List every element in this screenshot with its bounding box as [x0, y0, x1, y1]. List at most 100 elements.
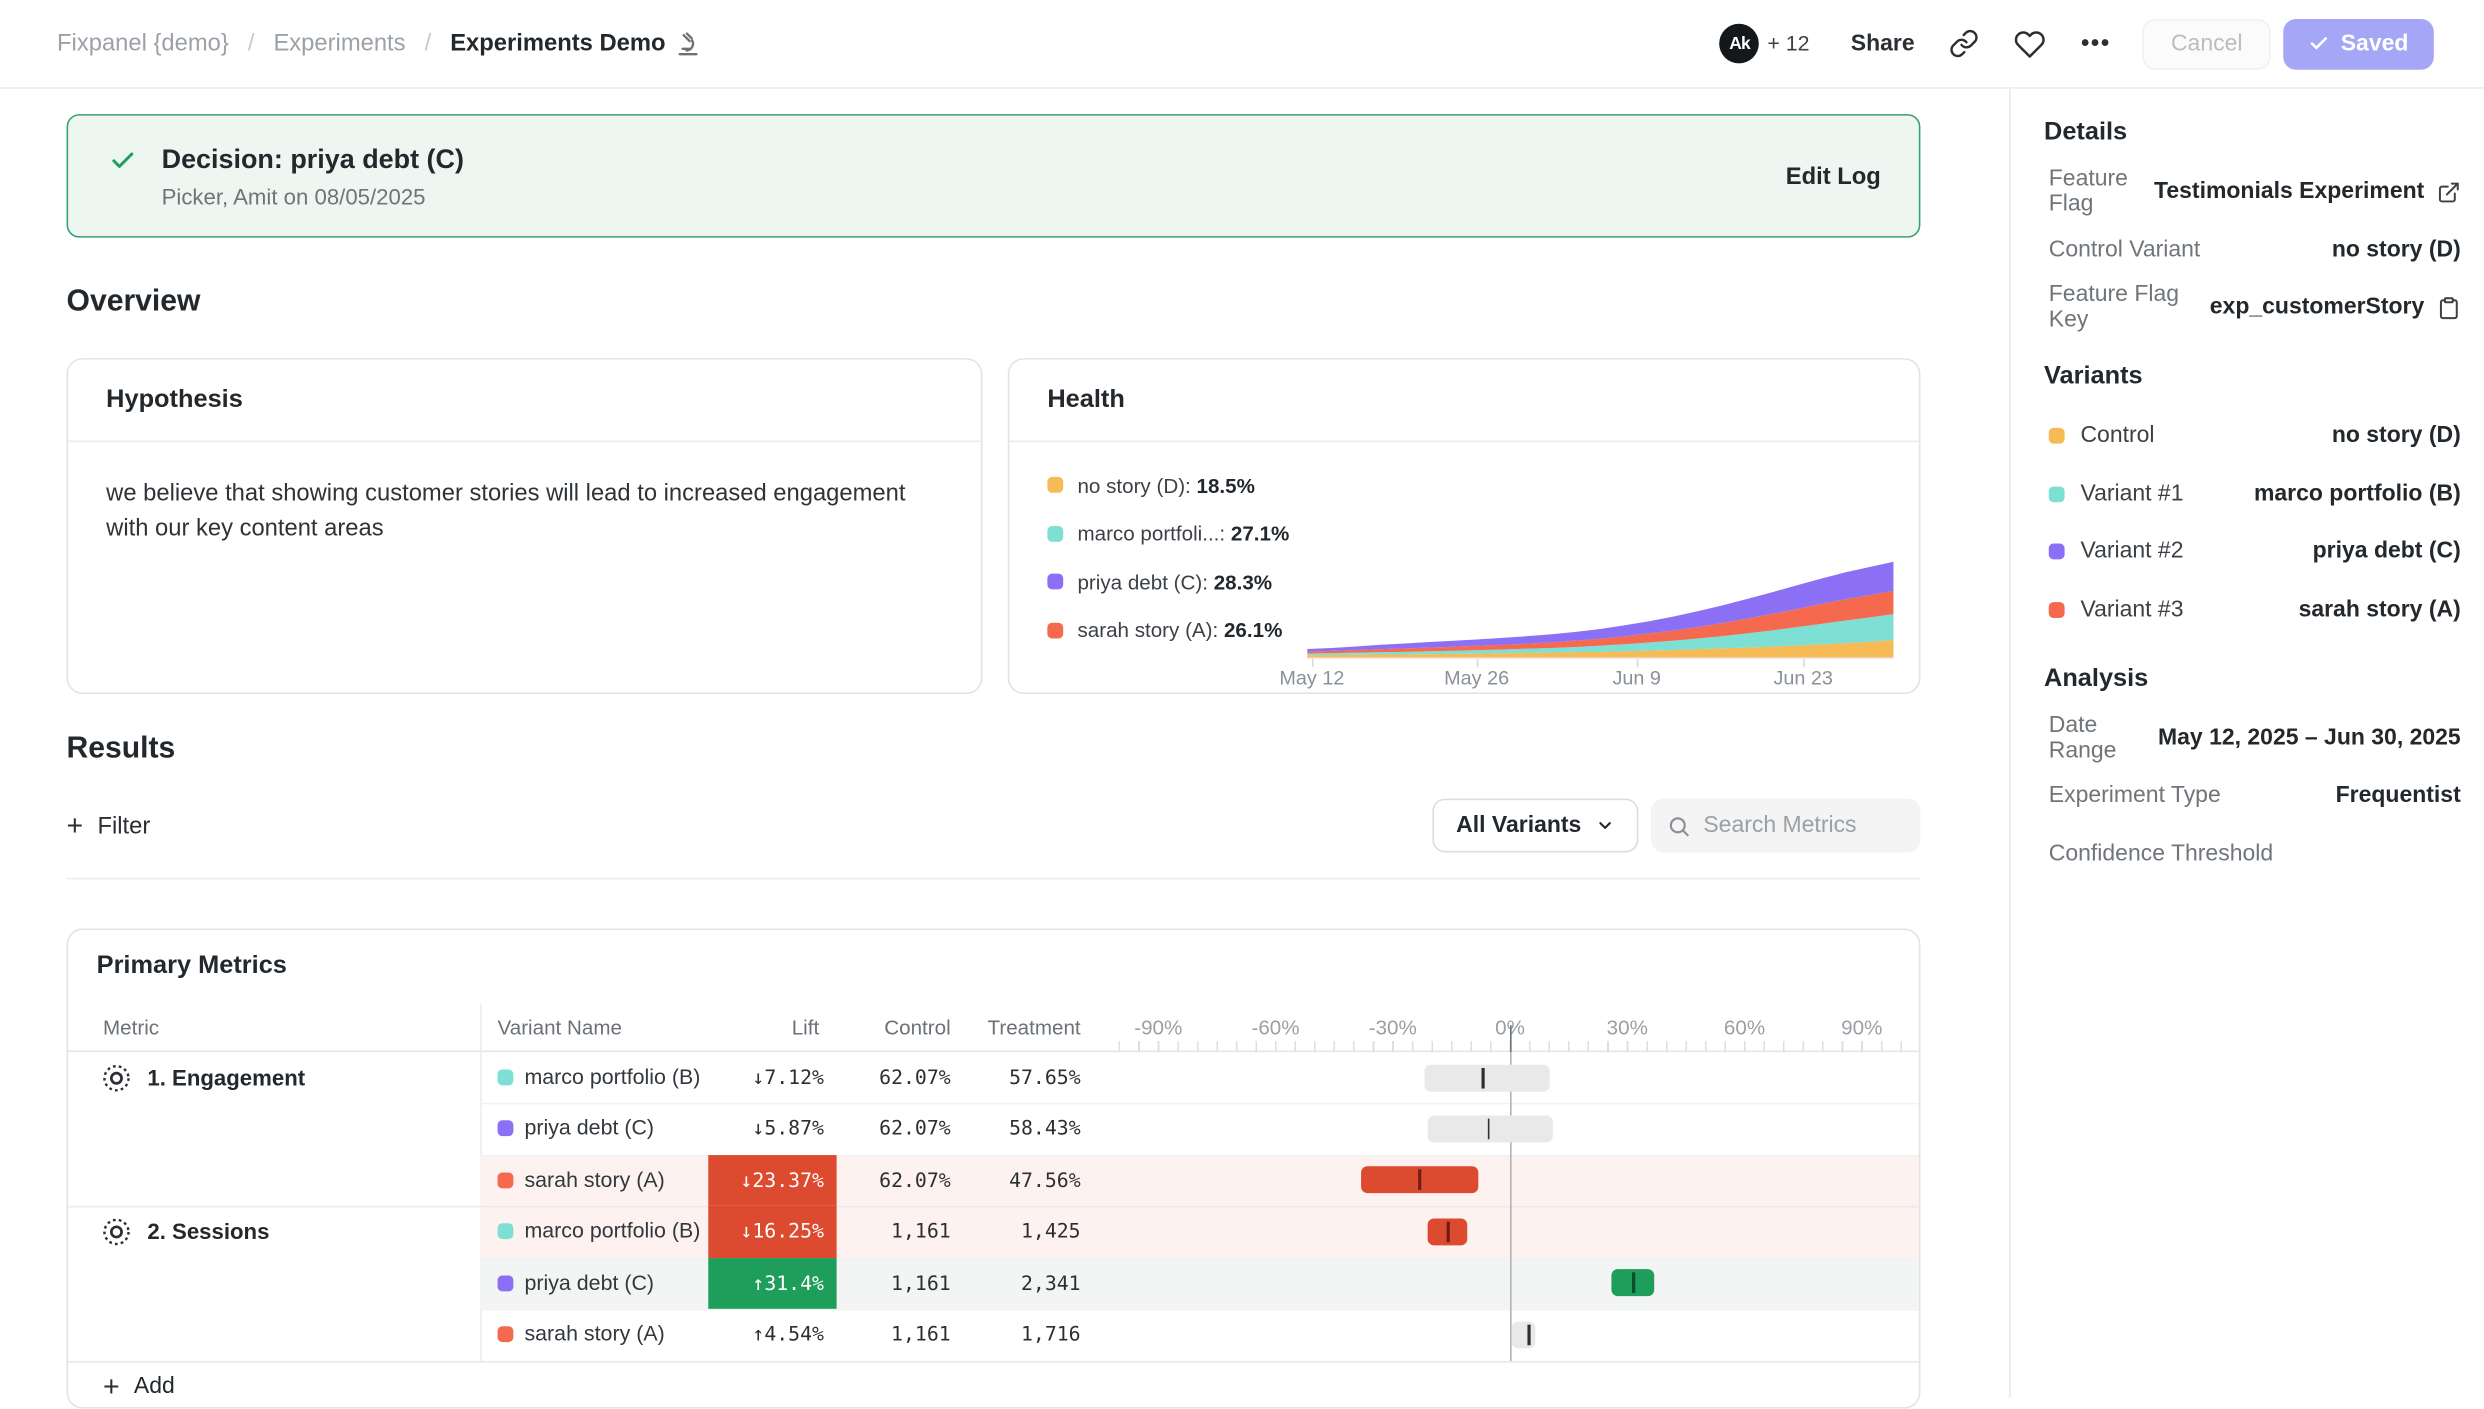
- legend-label: marco portfoli...: 27.1%: [1077, 521, 1289, 545]
- health-chart-svg: [1307, 505, 1893, 657]
- target-icon: [101, 1063, 131, 1093]
- legend-item: sarah story (A): 26.1%: [1047, 616, 1307, 645]
- control-value: 62.07%: [879, 1103, 951, 1154]
- variant-value: sarah story (A): [2299, 597, 2461, 622]
- saved-button[interactable]: Saved: [2284, 18, 2434, 69]
- lift-value: ↓5.87%: [708, 1103, 836, 1154]
- legend-swatch: [1047, 477, 1063, 493]
- legend-label: sarah story (A): 26.1%: [1077, 618, 1282, 642]
- metric-cell: 1. Engagement: [101, 1052, 305, 1103]
- analysis-section: Analysis Date RangeMay 12, 2025 – Jun 30…: [2044, 665, 2461, 871]
- chart-axis-tick: [1312, 659, 1314, 667]
- analysis-row: Confidence Threshold: [2044, 836, 2461, 871]
- variants-dropdown[interactable]: All Variants: [1432, 799, 1638, 853]
- health-legend: no story (D): 18.5% marco portfoli...: 27…: [1047, 471, 1307, 696]
- variant-name: sarah story (A): [524, 1309, 664, 1360]
- decision-banner: Decision: priya debt (C) Picker, Amit on…: [67, 114, 1921, 238]
- top-bar: Fixpanel {demo} / Experiments / Experime…: [0, 0, 2484, 89]
- analysis-value: Frequentist: [2336, 783, 2461, 808]
- variant-value: no story (D): [2332, 423, 2461, 448]
- add-filter-button[interactable]: + Filter: [67, 811, 151, 840]
- variants-section: Variants Controlno story (D)Variant #1ma…: [2044, 363, 2461, 627]
- detail-label: Feature Flag Key: [2049, 282, 2210, 333]
- share-button[interactable]: Share: [1851, 31, 1915, 56]
- favorite-heart-icon[interactable]: [2014, 28, 2046, 60]
- avatar-overflow-count[interactable]: + 12: [1767, 32, 1809, 56]
- lift-value: ↑31.4%: [708, 1257, 836, 1308]
- metric-table-row[interactable]: sarah story (A)↓23.37%62.07%47.56%: [68, 1155, 1919, 1206]
- legend-item: priya debt (C): 28.3%: [1047, 567, 1307, 596]
- metric-table-row[interactable]: priya debt (C)↓5.87%62.07%58.43%: [68, 1103, 1919, 1154]
- metric-name: 2. Sessions: [147, 1219, 269, 1244]
- col-treatment: Treatment: [988, 1005, 1081, 1053]
- ci-zero-line: [1510, 1052, 1512, 1361]
- legend-label: no story (D): 18.5%: [1077, 473, 1254, 497]
- variant-swatch: [498, 1121, 514, 1137]
- app-window: Fixpanel {demo} / Experiments / Experime…: [0, 0, 2484, 1398]
- more-options-icon[interactable]: •••: [2081, 30, 2111, 57]
- legend-item: no story (D): 18.5%: [1047, 471, 1307, 500]
- analysis-label: Confidence Threshold: [2049, 841, 2273, 866]
- cancel-button[interactable]: Cancel: [2142, 18, 2271, 69]
- copy-link-icon[interactable]: [1950, 29, 1980, 59]
- decision-text: Decision: priya debt (C) Picker, Amit on…: [162, 143, 464, 208]
- detail-value: Testimonials Experiment: [2154, 179, 2424, 204]
- row-separator: [480, 1309, 1919, 1311]
- treatment-value: 57.65%: [1009, 1052, 1081, 1103]
- detail-value: exp_customerStory: [2210, 295, 2425, 320]
- lift-value: ↓16.25%: [708, 1206, 836, 1257]
- health-title: Health: [1047, 386, 1124, 415]
- row-separator: [480, 1155, 1919, 1157]
- metric-table-row[interactable]: sarah story (A)↑4.54%1,1611,716: [68, 1309, 1919, 1360]
- metric-table-row[interactable]: 2. Sessionsmarco portfolio (B)↓16.25%1,1…: [68, 1206, 1919, 1257]
- search-metrics-box[interactable]: [1651, 799, 1920, 853]
- ci-zero-tick: [1510, 1025, 1512, 1052]
- variant-swatch: [2049, 543, 2065, 559]
- variants-heading: Variants: [2044, 363, 2461, 392]
- chart-baseline: [1307, 658, 1893, 660]
- variant-row: Variant #2priya debt (C): [2044, 534, 2461, 569]
- chevron-down-icon: [1596, 816, 1615, 835]
- external-link-icon[interactable]: [2437, 180, 2461, 204]
- row-highlight: [480, 1155, 1919, 1206]
- add-label: Add: [134, 1374, 175, 1399]
- confidence-interval-center-tick: [1482, 1067, 1485, 1088]
- variant-swatch: [2049, 486, 2065, 502]
- metric-table-row[interactable]: priya debt (C)↑31.4%1,1612,341: [68, 1257, 1919, 1308]
- row-separator: [68, 1206, 1919, 1208]
- edit-log-button[interactable]: Edit Log: [1786, 162, 1881, 189]
- add-metric-button[interactable]: + Add: [103, 1372, 175, 1401]
- search-icon: [1667, 814, 1691, 838]
- control-value: 1,161: [891, 1257, 951, 1308]
- chart-axis-tick: [1477, 659, 1479, 667]
- add-metric-row: + Add: [68, 1361, 1919, 1409]
- chart-x-label: Jun 9: [1589, 667, 1684, 689]
- details-heading: Details: [2044, 119, 2461, 148]
- legend-swatch: [1047, 622, 1063, 638]
- confidence-interval-center-tick: [1419, 1170, 1422, 1191]
- lift-number: ↓16.25%: [740, 1219, 823, 1243]
- analysis-heading: Analysis: [2044, 665, 2461, 694]
- col-metric: Metric: [103, 1005, 159, 1053]
- lift-number: ↑31.4%: [752, 1270, 824, 1294]
- chart-x-label: May 26: [1429, 667, 1524, 689]
- detail-row: Feature FlagTestimonials Experiment: [2044, 174, 2461, 209]
- analysis-label: Date Range: [2049, 712, 2158, 763]
- variant-label: Variant #2: [2080, 539, 2183, 564]
- metric-table-row[interactable]: 1. Engagementmarco portfolio (B)↓7.12%62…: [68, 1052, 1919, 1103]
- copy-icon[interactable]: [2437, 296, 2461, 320]
- topbar-actions: Ak + 12 Share ••• Cancel Saved: [1720, 18, 2434, 69]
- row-highlight: [480, 1257, 1919, 1308]
- search-metrics-input[interactable]: [1703, 813, 1893, 838]
- main-content: Decision: priya debt (C) Picker, Amit on…: [0, 89, 2009, 1398]
- control-value: 1,161: [891, 1309, 951, 1360]
- filter-label: Filter: [97, 812, 150, 839]
- variant-row: Variant #3sarah story (A): [2044, 592, 2461, 627]
- results-divider: [67, 878, 1921, 880]
- breadcrumb-project[interactable]: Fixpanel {demo}: [57, 30, 229, 57]
- overview-heading: Overview: [67, 285, 1921, 320]
- legend-label: priya debt (C): 28.3%: [1077, 570, 1272, 594]
- avatar[interactable]: Ak: [1720, 24, 1760, 64]
- breadcrumb-experiments[interactable]: Experiments: [273, 30, 405, 57]
- breadcrumb-separator: /: [248, 30, 255, 57]
